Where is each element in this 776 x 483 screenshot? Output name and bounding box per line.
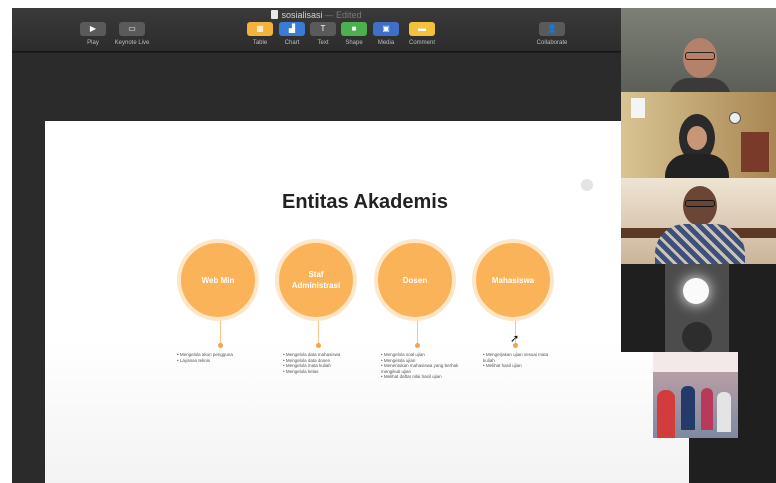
entity-circle-mahasiswa: Mahasiswa <box>472 239 554 321</box>
list-item: Melihat daftar nilai hasil ujian <box>381 374 465 380</box>
entity-name: Web Min <box>201 275 235 285</box>
comment-label: Comment <box>408 40 435 46</box>
banner <box>653 352 738 372</box>
document-title: sosialisasi — Edited <box>12 10 621 20</box>
participant-1-video[interactable] <box>621 8 776 92</box>
comment-icon: ▬ <box>409 22 435 36</box>
participant-2-video[interactable] <box>621 92 776 178</box>
connector-line <box>318 321 319 345</box>
slide-title: Entitas Akademis <box>282 191 448 213</box>
cabinet <box>741 132 769 172</box>
screen-share-frame: sosialisasi — Edited ▶ Play ▭ Keynote Liv… <box>12 8 776 483</box>
keynote-live-label: Keynote Live <box>114 40 150 46</box>
glasses-icon <box>685 52 715 60</box>
document-status: — Edited <box>324 10 362 20</box>
entity-list-dosen: Mengelola soal ujian Mengelola ujian Men… <box>381 352 465 380</box>
connector-dot <box>218 343 223 348</box>
slide-canvas: Entitas Akademis Web Min Mengelola akun … <box>12 53 689 483</box>
connector-line <box>417 321 418 345</box>
list-item: Melihat hasil ujian <box>483 363 557 369</box>
keynote-toolbar: sosialisasi — Edited ▶ Play ▭ Keynote Liv… <box>12 8 621 52</box>
comment-button[interactable]: ▬ Comment <box>397 22 447 46</box>
media-icon: ▣ <box>373 22 399 36</box>
entity-name: Staf Administrasi <box>291 270 341 290</box>
entity-list-web-min: Mengelola akun pengguna Layanan teknis <box>177 352 263 363</box>
entity-list-staf-administrasi: Mengelola data mahasiswa Mengelola data … <box>283 352 369 374</box>
entity-circle-dosen: Dosen <box>374 239 456 321</box>
person-figure <box>681 386 695 430</box>
entity-circle-web-min: Web Min <box>177 239 259 321</box>
keynote-live-icon: ▭ <box>119 22 145 36</box>
list-item: Mengerjakan ujian sesuai mata kuliah <box>483 352 557 363</box>
entity-name: Dosen <box>402 275 428 285</box>
participant-body <box>655 224 745 264</box>
glasses-icon <box>685 200 715 207</box>
document-icon <box>271 10 279 19</box>
person-figure <box>701 388 713 430</box>
participant-body <box>665 154 729 178</box>
connector-line <box>220 321 221 345</box>
person-figure <box>657 390 675 438</box>
wall-clock-icon <box>729 112 741 124</box>
participant-head <box>682 322 712 352</box>
play-icon: ▶ <box>80 22 106 36</box>
list-item: Layanan teknis <box>177 358 263 364</box>
keynote-live-button[interactable]: ▭ Keynote Live <box>107 22 157 46</box>
participant-4-video[interactable] <box>621 264 776 352</box>
slide[interactable]: Entitas Akademis Web Min Mengelola akun … <box>45 121 689 483</box>
connector-dot <box>415 343 420 348</box>
participant-5-video[interactable] <box>653 352 738 438</box>
document-name: sosialisasi <box>281 10 323 20</box>
entity-circle-staf-administrasi: Staf Administrasi <box>275 239 357 321</box>
list-item: Menentukan mahasiswa yang berhak mengiku… <box>381 363 465 374</box>
mouse-cursor-icon: ➚ <box>510 333 520 345</box>
collaborate-label: Collaborate <box>536 40 568 46</box>
wall-light <box>631 98 645 118</box>
participant-face <box>687 126 707 150</box>
collaborate-button[interactable]: 👤 Collaborate <box>527 22 577 46</box>
ceiling-light <box>683 278 709 304</box>
participant-3-video[interactable] <box>621 178 776 264</box>
entity-name: Mahasiswa <box>491 275 535 285</box>
connector-dot <box>316 343 321 348</box>
list-item: Mengelola kelas <box>283 369 369 375</box>
scroll-indicator <box>581 179 593 191</box>
collaborate-icon: 👤 <box>539 22 565 36</box>
person-figure <box>717 392 731 432</box>
entity-list-mahasiswa: Mengerjakan ujian sesuai mata kuliah Mel… <box>483 352 557 369</box>
